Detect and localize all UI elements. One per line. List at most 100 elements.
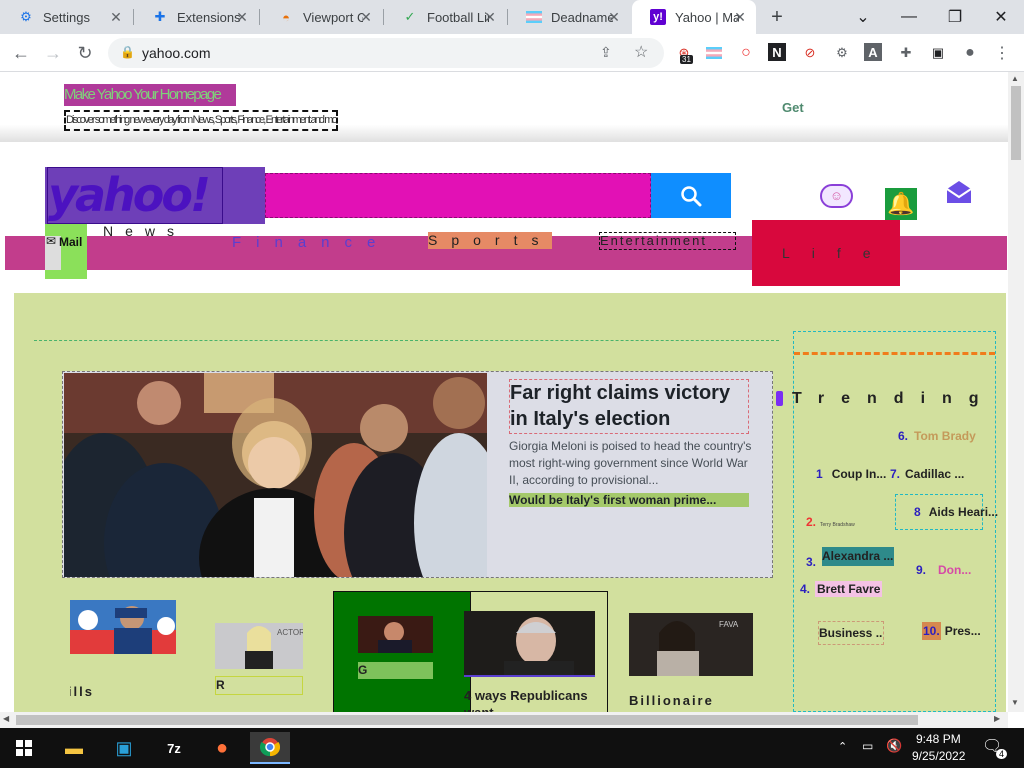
tab-settings[interactable]: ⚙ Settings ✕ (0, 0, 132, 34)
clock-time[interactable]: 9:48 PM (916, 732, 961, 746)
volume-icon[interactable]: 🔇 (886, 738, 902, 754)
extension-flag-icon[interactable] (704, 43, 724, 63)
extension-n-icon[interactable]: N (768, 43, 786, 61)
menu-kebab-icon[interactable]: ⋮ (992, 43, 1012, 63)
trending-num: 10. (922, 622, 941, 640)
bell-icon[interactable]: 🔔 (885, 188, 917, 220)
tab-label: Deadname (551, 9, 613, 25)
browser-toolbar: ← → ↻ 🔒 yahoo.com ⇪ ☆ ⊛ 31 ○ N ⊘ ⚙ A ✚ ▣… (0, 34, 1024, 72)
trending-item[interactable]: 4. Brett Favre (800, 581, 883, 597)
profile-avatar-icon[interactable]: ● (960, 43, 980, 63)
profile-icon[interactable]: ☺ (820, 184, 853, 208)
trending-item[interactable]: 1 Coup In... (816, 467, 886, 481)
scroll-right-arrow[interactable]: ▶ (994, 714, 1000, 723)
close-icon[interactable]: ✕ (358, 9, 374, 25)
nav-finance[interactable]: Finance (232, 234, 390, 251)
section-divider (34, 340, 779, 341)
extensions-puzzle-icon[interactable]: ✚ (896, 43, 916, 63)
extension-calendar-icon[interactable]: ⊛ 31 (674, 43, 694, 64)
clock-date[interactable]: 9/25/2022 (912, 749, 965, 763)
close-icon[interactable]: ✕ (482, 9, 498, 25)
restore-icon[interactable]: ❐ (932, 0, 978, 34)
tab-search-icon[interactable]: ⌄ (840, 0, 886, 34)
story-card-awards[interactable]: ACTOR (215, 623, 303, 669)
nav-news[interactable]: News (103, 223, 186, 239)
story-image: ACTOR (215, 623, 303, 669)
tab-football[interactable]: ✓ Football Lin ✕ (384, 0, 506, 34)
network-icon[interactable]: ▭ (862, 739, 873, 753)
story-title[interactable]: 4 ways Republicans want (464, 687, 594, 712)
tab-extensions[interactable]: ✚ Extensions ✕ (134, 0, 258, 34)
story-card-bills[interactable] (70, 600, 176, 654)
file-explorer-icon[interactable]: ▬ (54, 732, 94, 764)
close-icon[interactable]: ✕ (234, 9, 250, 25)
tray-chevron-icon[interactable]: ⌃ (838, 740, 847, 753)
chrome-icon[interactable] (250, 732, 290, 764)
close-icon[interactable]: ✕ (732, 9, 748, 25)
trending-item[interactable]: 5Business ... (818, 621, 884, 645)
extension-ring-icon[interactable]: ○ (736, 43, 756, 63)
trending-item[interactable]: 3. Alexandra ... (806, 547, 895, 569)
close-window-icon[interactable]: ✕ (978, 0, 1024, 34)
tab-viewport[interactable]: ◓ Viewport G ✕ (260, 0, 382, 34)
hero-card[interactable]: Far right claims victory in Italy's elec… (62, 371, 773, 578)
story-image[interactable] (464, 611, 595, 677)
get-button[interactable]: Get (782, 100, 804, 115)
story-title[interactable]: Billionaire (629, 693, 714, 708)
back-icon[interactable]: ← (6, 38, 36, 68)
viewport-icon: ◓ (282, 9, 290, 25)
scroll-left-arrow[interactable]: ◀ (3, 714, 9, 723)
new-tab-button[interactable]: + (764, 4, 790, 30)
trending-item[interactable]: 6. Tom Brady (898, 429, 976, 443)
tab-deadname[interactable]: Deadname ✕ (508, 0, 630, 34)
scroll-down-arrow[interactable]: ▼ (1011, 698, 1019, 707)
app-icon[interactable]: ▣ (104, 732, 144, 764)
story-title[interactable]: G (358, 662, 433, 679)
story-title[interactable]: R (215, 676, 303, 695)
hero-headline[interactable]: Far right claims victory in Italy's elec… (509, 379, 749, 434)
trending-item[interactable]: 10. Pres... (922, 622, 981, 640)
mail-envelope-icon[interactable] (946, 180, 972, 204)
nav-life[interactable]: Life (752, 220, 900, 286)
extension-a-icon[interactable]: A (864, 43, 882, 61)
minimize-icon[interactable]: — (886, 0, 932, 34)
trending-item[interactable]: 7. Cadillac ... (890, 467, 964, 481)
trending-num: 6. (898, 429, 909, 443)
search-button[interactable] (651, 173, 731, 218)
share-icon[interactable]: ⇪ (600, 44, 612, 61)
extension-gear-icon[interactable]: ⚙ (832, 43, 852, 63)
trending-item[interactable]: 8 Aids Heari... (895, 494, 998, 530)
yahoo-icon: y! (650, 9, 666, 25)
extension-link-icon[interactable]: ⊘ (800, 43, 820, 63)
7zip-icon[interactable]: 7z (154, 732, 194, 764)
nav-mail[interactable]: ✉ Mail (45, 224, 87, 279)
forward-icon[interactable]: → (38, 38, 68, 68)
scroll-up-arrow[interactable]: ▲ (1011, 74, 1019, 83)
close-icon[interactable]: ✕ (606, 9, 622, 25)
story-title[interactable]: Bills (70, 684, 94, 699)
address-bar[interactable]: 🔒 yahoo.com ⇪ ☆ (108, 38, 664, 68)
yahoo-logo[interactable]: yahoo! (45, 167, 265, 224)
firefox-icon[interactable]: ● (202, 732, 242, 764)
reload-icon[interactable]: ↻ (70, 38, 100, 68)
scroll-thumb[interactable] (1011, 86, 1021, 160)
trending-text: Cadillac ... (905, 467, 965, 481)
hero-link[interactable]: Would be Italy's first woman prime... (509, 493, 749, 507)
close-icon[interactable]: ✕ (108, 9, 124, 25)
windows-start-icon[interactable] (4, 732, 44, 764)
tab-yahoo[interactable]: y! Yahoo | Ma ✕ (632, 0, 756, 34)
horizontal-scrollbar[interactable]: ◀ ▶ (0, 712, 1008, 728)
trending-text: Alexandra ... (822, 547, 895, 566)
side-panel-icon[interactable]: ▣ (928, 43, 948, 63)
story-image[interactable] (358, 616, 433, 653)
trending-item[interactable]: 9. Don... (916, 563, 971, 577)
nav-sports[interactable]: Sports (428, 232, 553, 249)
trending-item[interactable]: 2. Terry Bradshaw (806, 513, 855, 531)
vertical-scrollbar[interactable]: ▲ ▼ (1008, 72, 1024, 712)
scroll-thumb[interactable] (16, 715, 918, 725)
bookmark-star-icon[interactable]: ☆ (634, 42, 648, 62)
windows-taskbar: ▬ ▣ 7z ● ⌃ ▭ 🔇 9:48 PM 9/25/2022 🗨 4 (0, 728, 1024, 768)
story-image[interactable]: FAVA (629, 613, 753, 676)
nav-entertainment[interactable]: Entertainment (599, 232, 736, 250)
search-input[interactable] (265, 173, 651, 218)
